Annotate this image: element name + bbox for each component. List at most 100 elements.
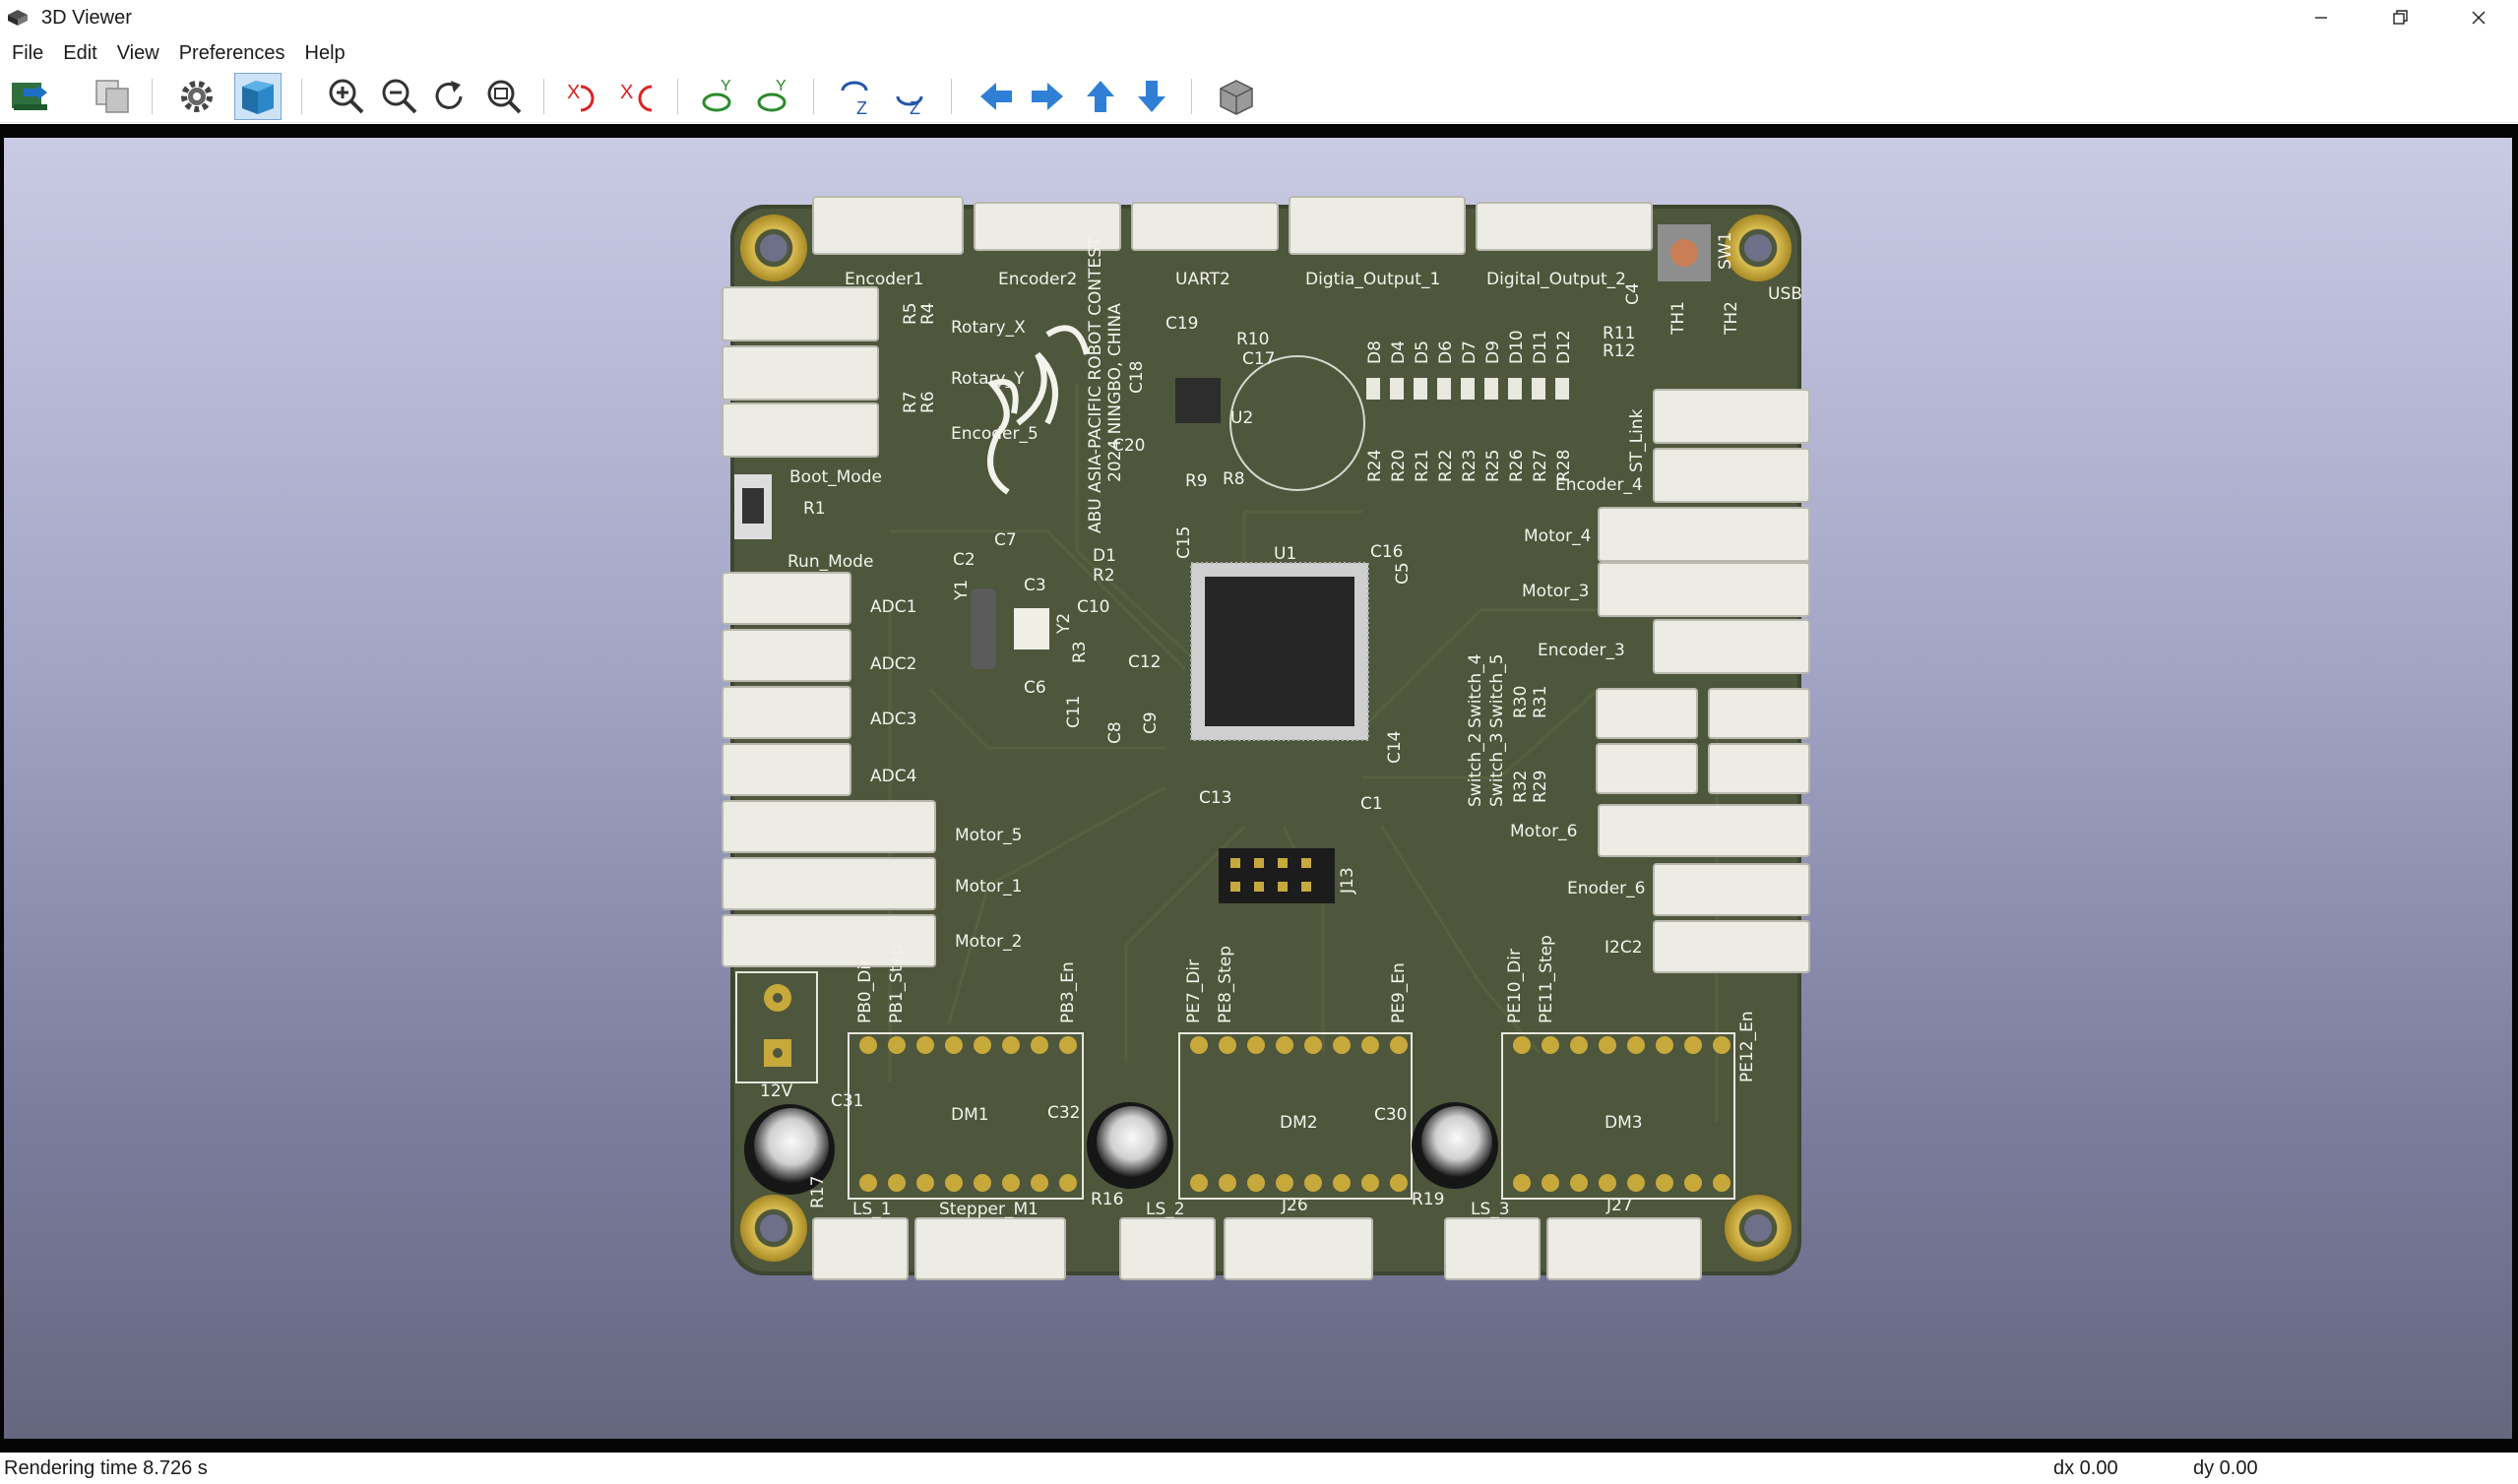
restore-button[interactable] [2361, 0, 2439, 35]
silk-label-c3: C3 [1024, 576, 1046, 595]
zoom-out-icon [382, 79, 417, 114]
rotate-z-cw-icon: Z [841, 81, 868, 118]
status-bar: Rendering time 8.726 s dx 0.00 dy 0.00 [0, 1453, 2518, 1484]
driver-pad [1542, 1036, 1559, 1054]
close-button[interactable] [2439, 0, 2518, 35]
silk-label-r25: R25 [1483, 450, 1503, 482]
silk-label-motor-2: Motor_2 [955, 932, 1022, 952]
driver-pad [916, 1036, 934, 1054]
viewport-frame: Encoder1 Encoder2 UART2 Digtia_Output_1 Digi… [0, 124, 2518, 1453]
silk-label-c19: C19 [1165, 314, 1199, 334]
driver-pad [1361, 1036, 1379, 1054]
zoom-in-button[interactable] [323, 73, 370, 120]
driver-pad [1031, 1036, 1048, 1054]
silk-label-c14: C14 [1385, 730, 1405, 764]
menu-help[interactable]: Help [295, 35, 355, 71]
silk-label-pb1-step: PB1_Step [887, 945, 907, 1023]
silk-label-d4: D4 [1389, 340, 1409, 364]
silk-label-ls-2: LS_2 [1146, 1200, 1185, 1219]
rotate-y-cw-button[interactable]: Y [697, 73, 744, 120]
menu-preferences[interactable]: Preferences [169, 35, 295, 71]
silk-label-d1: D1 [1093, 546, 1116, 566]
ortho-view-cube-icon [1220, 80, 1253, 115]
driver-pad [1599, 1036, 1616, 1054]
silk-label-c30: C30 [1374, 1105, 1408, 1125]
silk-label-adc3: ADC3 [870, 710, 916, 729]
menu-view[interactable]: View [107, 35, 169, 71]
copy-to-clipboard-button[interactable] [89, 73, 136, 120]
driver-pad [1059, 1174, 1077, 1192]
move-right-button[interactable] [1024, 73, 1071, 120]
silk-label-r24: R24 [1365, 450, 1385, 482]
silk-label-motor-5: Motor_5 [955, 826, 1022, 845]
silk-label-th1: TH1 [1668, 301, 1688, 336]
top-connectors [812, 196, 1653, 255]
svg-text:X: X [620, 82, 633, 103]
move-down-icon [1138, 81, 1165, 112]
driver-pad [1333, 1036, 1351, 1054]
mcu-u1 [1190, 562, 1369, 741]
silk-label-rotary-x: Rotary_X [951, 318, 1026, 338]
zoom-out-button[interactable] [376, 73, 423, 120]
raytracing-toggle-button[interactable] [234, 73, 282, 120]
driver-pad [1219, 1036, 1236, 1054]
silk-label-c1: C1 [1360, 794, 1383, 814]
silk-label-c10: C10 [1077, 597, 1110, 617]
silk-label-pe7-dir: PE7_Dir [1184, 959, 1204, 1023]
menu-edit[interactable]: Edit [53, 35, 106, 71]
silk-label-u1: U1 [1274, 544, 1296, 564]
silk-label-dm1: DM1 [951, 1105, 989, 1125]
move-up-button[interactable] [1077, 73, 1124, 120]
silk-label-r32: R32 [1511, 771, 1531, 803]
dy-readout: dy 0.00 [2193, 1457, 2258, 1479]
3d-canvas[interactable]: Encoder1 Encoder2 UART2 Digtia_Output_1 Digi… [4, 138, 2512, 1439]
driver-pad [1513, 1174, 1531, 1192]
silk-label-r16: R16 [1091, 1190, 1123, 1209]
rotate-y-ccw-button[interactable]: Y [750, 73, 797, 120]
rotate-z-ccw-button[interactable]: Z [888, 73, 935, 120]
silk-label-r23: R23 [1460, 450, 1479, 482]
driver-pad [974, 1036, 991, 1054]
zoom-fit-button[interactable] [480, 73, 528, 120]
silk-label-c7: C7 [994, 530, 1017, 550]
rendering-time: Rendering time 8.726 s [4, 1457, 208, 1479]
driver-pad [1276, 1174, 1293, 1192]
silk-label-y2: Y2 [1054, 613, 1074, 635]
redraw-button[interactable] [425, 73, 472, 120]
silk-label-encoder2: Encoder2 [998, 270, 1077, 289]
silk-label-th2: TH2 [1722, 301, 1741, 336]
minimize-button[interactable] [2282, 0, 2361, 35]
silk-label-v12: 12V [760, 1082, 793, 1101]
move-left-button[interactable] [973, 73, 1020, 120]
crystal-y2 [1014, 608, 1049, 649]
move-up-icon [1087, 81, 1114, 112]
silk-label-y1: Y1 [952, 580, 972, 601]
driver-pad [1656, 1036, 1673, 1054]
silk-label-c12: C12 [1128, 652, 1162, 672]
silk-label-ls-3: LS_3 [1471, 1200, 1510, 1219]
silk-label-r27: R27 [1531, 450, 1550, 482]
silk-label-motor-3: Motor_3 [1522, 582, 1589, 601]
rotate-x-cw-button[interactable]: X [561, 73, 608, 120]
menu-file[interactable]: File [0, 35, 53, 71]
silk-label-c11: C11 [1064, 695, 1084, 728]
3d-viewer-app-icon [8, 10, 28, 26]
driver-pad [1002, 1174, 1020, 1192]
zoom-in-icon [329, 79, 364, 114]
rotate-z-cw-button[interactable]: Z [835, 73, 882, 120]
silk-label-stepper-m1: Stepper_M1 [939, 1200, 1039, 1219]
reload-board-button[interactable] [6, 73, 53, 120]
silk-label-st-link: ST_Link [1627, 408, 1647, 472]
silk-label-c9: C9 [1141, 711, 1161, 734]
driver-pad [1513, 1036, 1531, 1054]
settings-button[interactable] [173, 73, 220, 120]
rotate-x-ccw-button[interactable]: X [614, 73, 661, 120]
silk-label-pe12-en: PE12_En [1737, 1011, 1757, 1082]
dx-readout: dx 0.00 [2053, 1457, 2118, 1479]
driver-pad [1304, 1174, 1322, 1192]
driver-pad [1599, 1174, 1616, 1192]
move-down-button[interactable] [1128, 73, 1175, 120]
toolbar: X X Y Y Z Z [0, 71, 2518, 123]
title-bar: 3D Viewer [0, 0, 2518, 35]
ortho-view-button[interactable] [1213, 73, 1260, 120]
